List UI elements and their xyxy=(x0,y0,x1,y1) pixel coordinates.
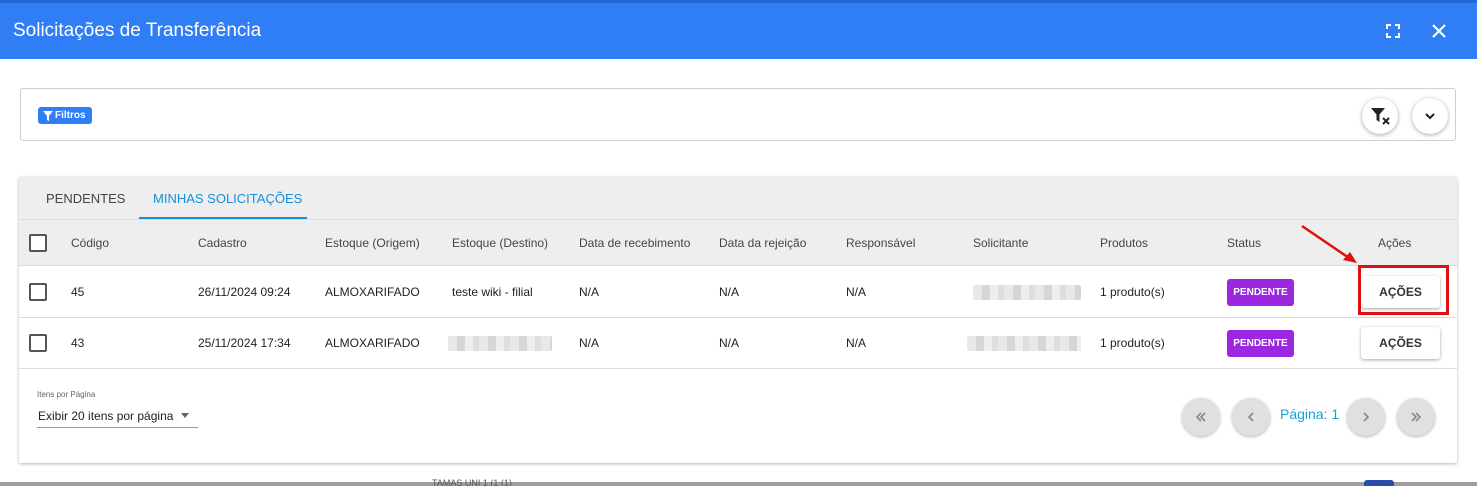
header-status[interactable]: Status xyxy=(1227,236,1261,250)
last-page-button[interactable] xyxy=(1397,398,1435,436)
cell-codigo: 43 xyxy=(71,336,85,350)
header-responsavel[interactable]: Responsável xyxy=(846,236,915,250)
chevron-right-icon xyxy=(1363,412,1370,422)
background-page-strip xyxy=(0,482,1477,486)
cell-produtos: 1 produto(s) xyxy=(1100,285,1165,299)
current-page-label: Página: 1 xyxy=(1280,406,1340,422)
chevron-left-icon xyxy=(1247,412,1254,422)
tab-pendentes[interactable]: PENDENTES xyxy=(46,191,125,206)
dropdown-caret-icon xyxy=(181,413,189,418)
chevron-down-icon xyxy=(1425,113,1435,120)
background-partial-text: TAMAS UNI 1 (1 (1) xyxy=(432,478,512,486)
filter-clear-icon xyxy=(1371,108,1390,125)
double-chevron-left-icon xyxy=(1195,412,1206,422)
header-acoes: Ações xyxy=(1378,236,1412,250)
active-tab-indicator xyxy=(139,217,307,219)
table-row: 45 26/11/2024 09:24 ALMOXARIFADO teste w… xyxy=(19,267,1457,318)
cell-estoque-destino: teste wiki - filial xyxy=(452,285,533,299)
header-codigo[interactable]: Código xyxy=(71,236,109,250)
table-row: 43 25/11/2024 17:34 ALMOXARIFADO N/A N/A… xyxy=(19,318,1457,369)
background-partial-element xyxy=(1364,480,1394,486)
header-cadastro[interactable]: Cadastro xyxy=(198,236,247,250)
next-page-button[interactable] xyxy=(1347,398,1385,436)
acoes-button[interactable]: AÇÕES xyxy=(1361,327,1440,359)
cell-data-rejeicao: N/A xyxy=(719,336,740,350)
cell-cadastro: 26/11/2024 09:24 xyxy=(198,285,291,299)
status-badge: PENDENTE xyxy=(1227,279,1294,306)
header-produtos[interactable]: Produtos xyxy=(1100,236,1148,250)
cell-estoque-origem: ALMOXARIFADO xyxy=(325,285,420,299)
items-per-page-label: Itens por Página xyxy=(37,390,96,399)
tab-minhas-solicitacoes[interactable]: MINHAS SOLICITAÇÕES xyxy=(153,191,302,206)
redacted-destino xyxy=(448,336,552,351)
cell-estoque-origem: ALMOXARIFADO xyxy=(325,336,420,350)
select-all-checkbox[interactable] xyxy=(29,234,47,252)
row-checkbox[interactable] xyxy=(29,334,47,352)
header-data-recebimento[interactable]: Data de recebimento xyxy=(579,236,690,250)
requests-card: PENDENTES MINHAS SOLICITAÇÕES Código Cad… xyxy=(19,177,1457,463)
filters-chip[interactable]: Filtros xyxy=(38,107,92,124)
items-per-page-value: Exibir 20 itens por página xyxy=(38,409,174,423)
close-icon[interactable] xyxy=(1427,19,1451,43)
row-checkbox[interactable] xyxy=(29,283,47,301)
cell-data-recebimento: N/A xyxy=(579,285,600,299)
filters-chip-label: Filtros xyxy=(55,110,86,121)
filter-panel: Filtros xyxy=(20,88,1456,141)
tab-bar: PENDENTES MINHAS SOLICITAÇÕES xyxy=(19,177,1457,220)
cell-responsavel: N/A xyxy=(846,285,867,299)
cell-responsavel: N/A xyxy=(846,336,867,350)
redacted-solicitante xyxy=(967,336,1081,351)
expand-filters-button[interactable] xyxy=(1412,98,1448,134)
cell-data-rejeicao: N/A xyxy=(719,285,740,299)
status-badge: PENDENTE xyxy=(1227,330,1294,357)
items-per-page-select[interactable]: Exibir 20 itens por página xyxy=(37,406,198,428)
annotation-arrow-icon xyxy=(1301,224,1357,263)
header-solicitante[interactable]: Solicitante xyxy=(973,236,1028,250)
redacted-solicitante xyxy=(973,285,1081,300)
dialog-title: Solicitações de Transferência xyxy=(13,20,262,41)
fullscreen-icon[interactable] xyxy=(1381,19,1405,43)
table-header: Código Cadastro Estoque (Origem) Estoque… xyxy=(19,220,1457,266)
cell-codigo: 45 xyxy=(71,285,85,299)
annotation-highlight-box xyxy=(1358,265,1449,315)
previous-page-button[interactable] xyxy=(1232,398,1270,436)
header-data-rejeicao[interactable]: Data da rejeição xyxy=(719,236,806,250)
double-chevron-right-icon xyxy=(1411,412,1422,422)
cell-produtos: 1 produto(s) xyxy=(1100,336,1165,350)
filter-icon xyxy=(43,110,53,121)
dialog-header: Solicitações de Transferência xyxy=(0,0,1477,59)
header-estoque-origem[interactable]: Estoque (Origem) xyxy=(325,236,420,250)
clear-filters-button[interactable] xyxy=(1362,98,1398,134)
first-page-button[interactable] xyxy=(1182,398,1220,436)
cell-cadastro: 25/11/2024 17:34 xyxy=(198,336,291,350)
cell-data-recebimento: N/A xyxy=(579,336,600,350)
header-estoque-destino[interactable]: Estoque (Destino) xyxy=(452,236,548,250)
